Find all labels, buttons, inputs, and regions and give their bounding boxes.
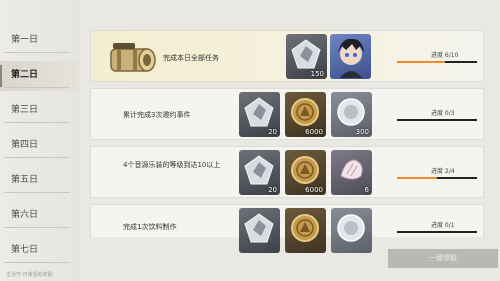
reward-quantity: 20 — [268, 186, 277, 194]
task-description: 完成1次饮料制作 — [123, 223, 177, 231]
character-portrait-icon — [338, 38, 364, 78]
crystal-icon — [244, 213, 274, 243]
reward-coin[interactable]: 6000 — [285, 92, 326, 137]
day-tab-5[interactable]: 第五日 — [0, 166, 78, 196]
reward-crystal[interactable]: 20 — [239, 92, 280, 137]
task-row: 累计完成3次邀约事件 20 6000 300 进度 0/3 — [90, 88, 484, 140]
gem-icon — [337, 214, 365, 242]
progress-label: 进度 0/1 — [431, 222, 455, 229]
reward-quantity: 20 — [268, 128, 277, 136]
reward-shell[interactable]: 6 — [331, 150, 372, 195]
progress-fill — [397, 177, 437, 179]
progress-bar — [397, 231, 477, 233]
progress-bar — [397, 61, 477, 63]
reward-gem[interactable]: 300 — [331, 92, 372, 137]
treasure-chest-icon — [110, 43, 156, 72]
claim-all-button[interactable]: 一键领取 — [388, 249, 498, 268]
reward-quantity: 300 — [355, 128, 369, 136]
task-row: 完成本日全部任务 150 进度 6/10 — [90, 30, 484, 82]
reward-character[interactable] — [330, 34, 371, 79]
progress-label: 进度 2/4 — [431, 168, 455, 175]
reward-quantity: 150 — [310, 70, 324, 78]
day-tab-3[interactable]: 第三日 — [0, 96, 78, 126]
reward-quantity: 6000 — [305, 128, 323, 136]
reward-crystal[interactable]: 150 — [286, 34, 327, 79]
reward-coin[interactable]: 6000 — [285, 150, 326, 195]
progress-bar — [397, 119, 477, 121]
day-tab-1[interactable]: 第一日 — [0, 26, 78, 56]
progress-label: 进度 0/3 — [431, 110, 455, 117]
task-description: 完成本日全部任务 — [163, 54, 219, 62]
reward-crystal[interactable]: 20 — [239, 150, 280, 195]
day-tab-6[interactable]: 第六日 — [0, 201, 78, 231]
progress-fill — [397, 61, 445, 63]
reward-crystal[interactable] — [239, 208, 280, 253]
day-tab-4[interactable]: 第四日 — [0, 131, 78, 161]
sidebar-footer-text: 生活节·日常活动奖励 — [6, 272, 53, 278]
coin-icon — [291, 214, 319, 242]
reward-quantity: 6 — [364, 186, 369, 194]
reward-coin[interactable] — [285, 208, 326, 253]
reward-gem[interactable] — [331, 208, 372, 253]
reward-quantity: 6000 — [305, 186, 323, 194]
progress-label: 进度 6/10 — [431, 52, 459, 59]
day-sidebar: 第一日 第二日 第三日 第四日 第五日 第六日 第七日 — [0, 0, 80, 281]
task-description: 4个音源乐装的等级到达10以上 — [123, 161, 221, 169]
day-tab-7[interactable]: 第七日 — [0, 236, 78, 266]
day-tab-2[interactable]: 第二日 — [0, 61, 78, 91]
progress-bar — [397, 177, 477, 179]
task-row: 4个音源乐装的等级到达10以上 20 6000 6 进度 2/4 — [90, 146, 484, 198]
task-description: 累计完成3次邀约事件 — [123, 111, 191, 119]
task-row: 完成1次饮料制作 进度 0/1 — [90, 204, 484, 253]
